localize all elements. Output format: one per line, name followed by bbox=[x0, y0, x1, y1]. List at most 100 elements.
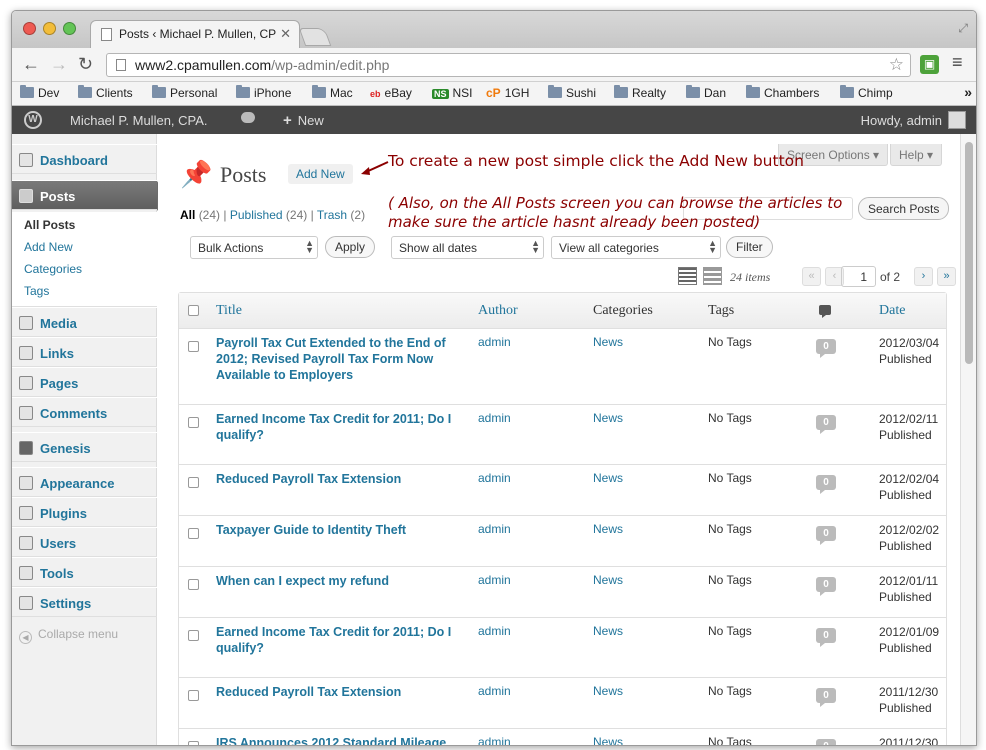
categories-select[interactable]: View all categories ▲ ▼ bbox=[551, 236, 721, 259]
post-author-link[interactable]: admin bbox=[478, 411, 511, 425]
post-author-link[interactable]: admin bbox=[478, 522, 511, 536]
row-checkbox[interactable] bbox=[188, 630, 199, 641]
row-checkbox[interactable] bbox=[188, 341, 199, 352]
forward-arrow-icon[interactable]: → bbox=[50, 54, 68, 75]
back-arrow-icon[interactable]: ← bbox=[22, 54, 40, 75]
help-button[interactable]: Help ▾ bbox=[890, 144, 943, 166]
browser-tab-posts[interactable]: Posts ‹ Michael P. Mullen, CP ✕ bbox=[90, 20, 300, 48]
post-category-link[interactable]: News bbox=[593, 471, 623, 485]
post-author-link[interactable]: admin bbox=[478, 573, 511, 587]
bookmark-dan[interactable]: Dan bbox=[686, 85, 726, 100]
last-page-button[interactable]: » bbox=[937, 267, 956, 286]
sidebar-item-plugins[interactable]: Plugins bbox=[12, 497, 157, 527]
sidebar-item-users[interactable]: Users bbox=[12, 527, 157, 557]
post-title-link[interactable]: Taxpayer Guide to Identity Theft bbox=[216, 522, 466, 538]
row-checkbox[interactable] bbox=[188, 477, 199, 488]
comment-count-bubble[interactable]: 0 bbox=[816, 415, 836, 434]
fullscreen-icon[interactable]: ⤢ bbox=[958, 21, 968, 36]
howdy-admin[interactable]: Howdy, admin bbox=[861, 113, 942, 128]
sidebar-item-posts[interactable]: Posts bbox=[12, 180, 167, 211]
admin-bar-site-name[interactable]: Michael P. Mullen, CPA. bbox=[70, 113, 208, 128]
wordpress-logo-icon[interactable]: W bbox=[24, 111, 42, 129]
row-checkbox[interactable] bbox=[188, 741, 199, 745]
first-page-button[interactable]: « bbox=[802, 267, 821, 286]
bookmark-dev[interactable]: Dev bbox=[20, 85, 59, 100]
post-author-link[interactable]: admin bbox=[478, 624, 511, 638]
post-author-link[interactable]: admin bbox=[478, 735, 511, 745]
zoom-window-button[interactable] bbox=[63, 22, 76, 35]
filter-all[interactable]: All bbox=[180, 208, 195, 222]
bookmarks-overflow-icon[interactable]: » bbox=[964, 84, 972, 100]
post-title-link[interactable]: IRS Announces 2012 Standard Mileage bbox=[216, 735, 466, 745]
comment-count-bubble[interactable]: 0 bbox=[816, 339, 836, 358]
submenu-add-new[interactable]: Add New bbox=[24, 240, 73, 254]
sidebar-item-comments[interactable]: Comments bbox=[12, 397, 157, 427]
comment-count-bubble[interactable]: 0 bbox=[816, 475, 836, 494]
next-page-button[interactable]: › bbox=[914, 267, 933, 286]
post-category-link[interactable]: News bbox=[593, 335, 623, 349]
post-category-link[interactable]: News bbox=[593, 735, 623, 745]
tab-close-icon[interactable]: ✕ bbox=[280, 26, 291, 42]
bookmark-chimp[interactable]: Chimp bbox=[840, 85, 893, 100]
column-author[interactable]: Author bbox=[478, 303, 518, 319]
post-title-link[interactable]: Earned Income Tax Credit for 2011; Do I … bbox=[216, 624, 466, 656]
submenu-categories[interactable]: Categories bbox=[24, 262, 82, 276]
comment-count-bubble[interactable]: 0 bbox=[816, 739, 836, 745]
reload-icon[interactable]: ↻ bbox=[78, 54, 93, 75]
post-category-link[interactable]: News bbox=[593, 411, 623, 425]
scrollbar-thumb[interactable] bbox=[965, 142, 973, 364]
comment-bubble-icon[interactable] bbox=[241, 112, 255, 123]
excerpt-view-icon[interactable] bbox=[703, 267, 722, 285]
new-tab-button[interactable] bbox=[298, 28, 332, 46]
column-title[interactable]: Title bbox=[216, 303, 242, 319]
current-page-input[interactable]: 1 bbox=[841, 266, 876, 287]
sidebar-item-tools[interactable]: Tools bbox=[12, 557, 157, 587]
bookmark-1gh[interactable]: cP 1GH bbox=[486, 86, 529, 100]
avatar[interactable] bbox=[948, 111, 966, 129]
row-checkbox[interactable] bbox=[188, 417, 199, 428]
add-new-button[interactable]: Add New bbox=[288, 164, 353, 184]
sidebar-item-pages[interactable]: Pages bbox=[12, 367, 157, 397]
sidebar-item-media[interactable]: Media bbox=[12, 307, 157, 337]
list-view-icon[interactable] bbox=[678, 267, 697, 285]
address-bar[interactable]: www2.cpamullen.com/wp-admin/edit.php ☆ bbox=[106, 53, 911, 77]
sidebar-item-appearance[interactable]: Appearance bbox=[12, 467, 157, 497]
column-date[interactable]: Date bbox=[879, 303, 905, 319]
comment-count-bubble[interactable]: 0 bbox=[816, 577, 836, 596]
bookmark-iphone[interactable]: iPhone bbox=[236, 85, 291, 100]
extension-icon[interactable]: ▣ bbox=[920, 55, 939, 74]
bulk-actions-select[interactable]: Bulk Actions ▲ ▼ bbox=[190, 236, 318, 259]
post-title-link[interactable]: When can I expect my refund bbox=[216, 573, 466, 589]
chrome-menu-icon[interactable]: ≡ bbox=[952, 52, 963, 73]
bookmark-nsi[interactable]: NS NSI bbox=[432, 86, 473, 100]
search-posts-button[interactable]: Search Posts bbox=[858, 197, 950, 220]
row-checkbox[interactable] bbox=[188, 528, 199, 539]
post-category-link[interactable]: News bbox=[593, 522, 623, 536]
row-checkbox[interactable] bbox=[188, 690, 199, 701]
bookmark-realty[interactable]: Realty bbox=[614, 85, 666, 100]
comments-column-icon[interactable] bbox=[819, 305, 831, 318]
post-author-link[interactable]: admin bbox=[478, 335, 511, 349]
bookmark-sushi[interactable]: Sushi bbox=[548, 85, 596, 100]
submenu-tags[interactable]: Tags bbox=[24, 284, 49, 298]
collapse-menu-button[interactable]: ◀ Collapse menu bbox=[19, 627, 118, 644]
sidebar-item-links[interactable]: Links bbox=[12, 337, 157, 367]
post-category-link[interactable]: News bbox=[593, 573, 623, 587]
comment-count-bubble[interactable]: 0 bbox=[816, 628, 836, 647]
sidebar-item-dashboard[interactable]: Dashboard bbox=[12, 144, 157, 174]
bookmark-ebay[interactable]: eb eBay bbox=[370, 86, 412, 100]
minimize-window-button[interactable] bbox=[43, 22, 56, 35]
post-title-link[interactable]: Payroll Tax Cut Extended to the End of 2… bbox=[216, 335, 466, 383]
select-all-checkbox[interactable] bbox=[188, 305, 199, 316]
comment-count-bubble[interactable]: 0 bbox=[816, 526, 836, 545]
submenu-all-posts[interactable]: All Posts bbox=[24, 218, 75, 232]
post-author-link[interactable]: admin bbox=[478, 684, 511, 698]
bookmark-personal[interactable]: Personal bbox=[152, 85, 217, 100]
post-title-link[interactable]: Earned Income Tax Credit for 2011; Do I … bbox=[216, 411, 466, 443]
post-category-link[interactable]: News bbox=[593, 624, 623, 638]
row-checkbox[interactable] bbox=[188, 579, 199, 590]
dates-select[interactable]: Show all dates ▲ ▼ bbox=[391, 236, 544, 259]
close-window-button[interactable] bbox=[23, 22, 36, 35]
filter-button[interactable]: Filter bbox=[726, 236, 773, 258]
bookmark-clients[interactable]: Clients bbox=[78, 85, 133, 100]
